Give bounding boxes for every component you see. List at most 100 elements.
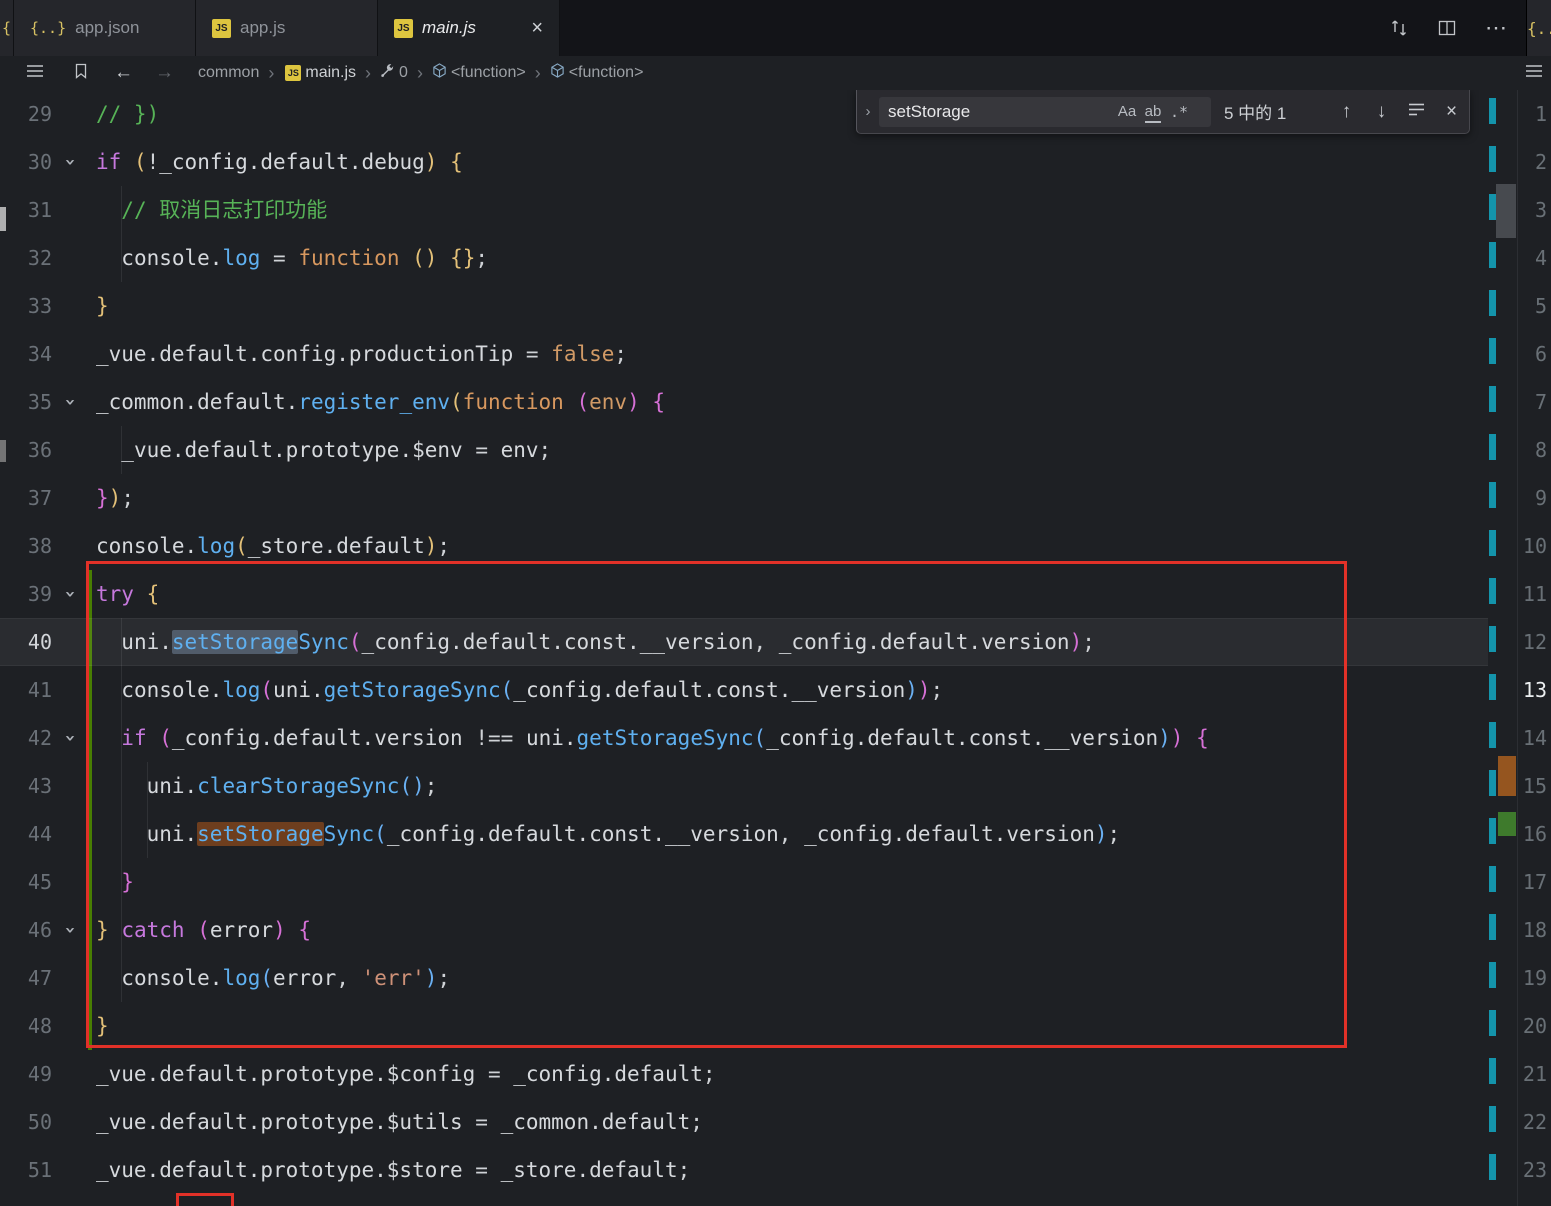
fold-chevron-icon[interactable]: › — [47, 732, 95, 743]
line-number[interactable]: 37 — [0, 474, 52, 522]
code-text: // }) — [96, 102, 160, 126]
tab-main-js[interactable]: JS main.js × — [378, 0, 560, 56]
line-number[interactable]: 45 — [0, 858, 52, 906]
line-number[interactable]: 51 — [0, 1146, 52, 1194]
fold-column — [52, 186, 96, 234]
line-number[interactable]: 44 — [0, 810, 52, 858]
close-icon[interactable]: × — [1434, 101, 1469, 123]
code-line[interactable]: 47 console.log(error, 'err'); — [0, 954, 1488, 1002]
line-number[interactable]: 41 — [0, 666, 52, 714]
line-number[interactable]: 36 — [0, 426, 52, 474]
line-number[interactable]: 33 — [0, 282, 52, 330]
code-line[interactable]: 35 › _common.default.register_env(function… — [0, 378, 1488, 426]
code-line[interactable]: 38 console.log(_store.default); — [0, 522, 1488, 570]
split-editor-icon[interactable] — [1437, 18, 1457, 38]
code-line[interactable]: 46 ›} catch (error) { — [0, 906, 1488, 954]
line-number[interactable]: 38 — [0, 522, 52, 570]
code-line[interactable]: 49 _vue.default.prototype.$config = _conf… — [0, 1050, 1488, 1098]
find-in-selection-icon[interactable] — [1399, 101, 1434, 123]
code-line[interactable]: 50 _vue.default.prototype.$utils = _commo… — [0, 1098, 1488, 1146]
code-text: } catch (error) { — [96, 918, 312, 942]
right-pane-line-number: 20 — [1522, 1014, 1547, 1038]
line-number[interactable]: 29 — [0, 90, 52, 138]
code-line[interactable]: 39 › try { — [0, 570, 1488, 618]
right-pane-line-number: 1 — [1534, 102, 1547, 126]
overview-ruler[interactable] — [1488, 90, 1517, 1206]
line-number[interactable]: 46 — [0, 906, 52, 954]
line-number[interactable]: 42 — [0, 714, 52, 762]
fold-chevron-icon[interactable]: › — [47, 588, 95, 599]
code-text: _vue.default.config.productionTip = fals… — [96, 342, 628, 366]
line-number[interactable]: 48 — [0, 1002, 52, 1050]
fold-column — [52, 1146, 96, 1194]
regex-icon[interactable]: .* — [1166, 103, 1192, 121]
code-line[interactable]: 48} — [0, 1002, 1488, 1050]
line-number[interactable]: 30 — [0, 138, 52, 186]
back-arrow-icon[interactable]: ← — [114, 62, 133, 84]
code-line[interactable]: 41 console.log(uni.getStorageSync(_confi… — [0, 666, 1488, 714]
fold-column — [52, 234, 96, 282]
line-number[interactable]: 31 — [0, 186, 52, 234]
code-line[interactable]: 32 console.log = function () {}; — [0, 234, 1488, 282]
fold-column: › — [52, 570, 96, 618]
whole-word-icon[interactable]: ab — [1140, 103, 1166, 123]
line-number[interactable]: 40 — [0, 618, 52, 666]
search-input[interactable] — [879, 101, 1114, 122]
breadcrumb-item-folder[interactable]: common — [198, 64, 259, 82]
code-line[interactable]: 33} — [0, 282, 1488, 330]
chevron-right-icon: › — [365, 62, 372, 83]
fold-column — [52, 954, 96, 1002]
fold-chevron-icon[interactable]: › — [47, 924, 95, 935]
close-icon[interactable]: × — [531, 18, 543, 38]
next-match-icon[interactable]: ↓ — [1364, 101, 1399, 123]
code-line[interactable]: 36 _vue.default.prototype.$env = env; — [0, 426, 1488, 474]
breadcrumb-item-function[interactable]: <function> — [451, 64, 526, 82]
previous-match-icon[interactable]: ↑ — [1329, 101, 1364, 123]
second-group-tab-partial[interactable]: {..} — [1526, 0, 1551, 56]
line-number[interactable]: 43 — [0, 762, 52, 810]
breadcrumb-item-symbol[interactable]: 0 — [399, 64, 408, 82]
breadcrumb-item-file[interactable]: main.js — [305, 64, 356, 82]
code-line[interactable]: 40 uni.setStorageSync(_config.default.co… — [0, 618, 1488, 666]
line-number[interactable]: 39 — [0, 570, 52, 618]
breadcrumb-item-function[interactable]: <function> — [569, 64, 644, 82]
code-line[interactable]: 30 › if (!_config.default.debug) { — [0, 138, 1488, 186]
forward-arrow-icon[interactable]: → — [155, 62, 174, 84]
fold-column — [52, 810, 96, 858]
overview-modified-mark — [1489, 722, 1496, 748]
code-line[interactable]: 31 // 取消日志打印功能 — [0, 186, 1488, 234]
line-number[interactable]: 35 — [0, 378, 52, 426]
code-line[interactable]: 37}); — [0, 474, 1488, 522]
bookmark-icon[interactable] — [74, 63, 88, 84]
toggle-replace-icon[interactable]: › — [857, 103, 879, 120]
fold-chevron-icon[interactable]: › — [47, 396, 95, 407]
match-case-icon[interactable]: Aa — [1114, 103, 1140, 120]
tab-partial[interactable]: { — [0, 0, 14, 56]
tab-app-js[interactable]: JS app.js — [196, 0, 378, 56]
code-line[interactable]: 34 _vue.default.config.productionTip = fa… — [0, 330, 1488, 378]
code-text: uni.setStorageSync(_config.default.const… — [121, 630, 1095, 654]
line-number[interactable]: 32 — [0, 234, 52, 282]
list-icon[interactable] — [1525, 63, 1543, 84]
overview-modified-mark — [1489, 578, 1496, 604]
code-line[interactable]: 44 uni.setStorageSync(_config.default.co… — [0, 810, 1488, 858]
fold-chevron-icon[interactable]: › — [47, 156, 95, 167]
code-line[interactable]: 43 uni.clearStorageSync(); — [0, 762, 1488, 810]
line-number[interactable]: 34 — [0, 330, 52, 378]
more-actions-icon[interactable]: ⋯ — [1485, 15, 1508, 41]
code-line[interactable]: 45 } — [0, 858, 1488, 906]
fold-column — [52, 858, 96, 906]
line-number[interactable]: 49 — [0, 1050, 52, 1098]
code-line[interactable]: 51 _vue.default.prototype.$store = _store… — [0, 1146, 1488, 1194]
line-number[interactable]: 50 — [0, 1098, 52, 1146]
wrench-icon — [380, 63, 395, 83]
line-number[interactable]: 47 — [0, 954, 52, 1002]
code-line[interactable]: 42 › if (_config.default.version !== uni.… — [0, 714, 1488, 762]
overview-modified-mark — [1489, 530, 1496, 556]
code-text: _vue.default.prototype.$env = env; — [121, 438, 552, 462]
scrollbar-thumb[interactable] — [1496, 184, 1516, 238]
list-icon[interactable] — [26, 63, 44, 84]
tab-app-json[interactable]: {..} app.json — [14, 0, 196, 56]
right-pane-line-number: 7 — [1534, 390, 1547, 414]
open-changes-icon[interactable] — [1389, 18, 1409, 38]
